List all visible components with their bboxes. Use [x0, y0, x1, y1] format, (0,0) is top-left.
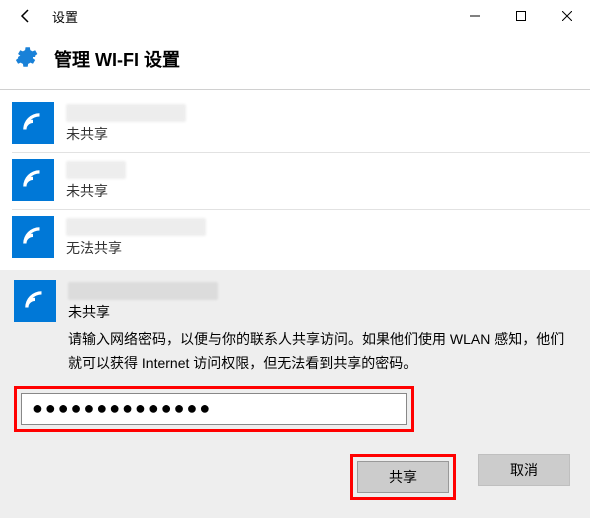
maximize-icon: [516, 11, 526, 21]
close-button[interactable]: [544, 0, 590, 32]
page-title: 管理 WI-FI 设置: [54, 46, 180, 72]
network-list: 未共享 未共享 无法共享: [0, 96, 590, 266]
selected-status: 未共享: [68, 302, 576, 322]
page-header: 管理 WI-FI 设置: [0, 32, 590, 89]
wifi-item[interactable]: 无法共享: [0, 210, 590, 266]
wifi-item[interactable]: 未共享: [0, 96, 590, 152]
share-button[interactable]: 共享: [357, 461, 449, 493]
window-title: 设置: [44, 7, 78, 26]
button-row: 共享 取消: [14, 454, 576, 500]
arrow-left-icon: [18, 8, 34, 24]
minimize-button[interactable]: [452, 0, 498, 32]
wifi-ssid-redacted: [66, 104, 186, 122]
wifi-status: 未共享: [66, 181, 578, 201]
wifi-item[interactable]: 未共享: [0, 153, 590, 209]
wifi-icon: [12, 159, 54, 201]
gear-icon: [12, 44, 38, 73]
wifi-ssid-redacted: [66, 161, 126, 179]
share-highlight-box: 共享: [350, 454, 456, 500]
password-highlight-box: [14, 386, 414, 432]
window-controls: [452, 0, 590, 32]
wifi-icon: [14, 280, 56, 322]
wifi-ssid-redacted: [68, 282, 218, 300]
divider: [0, 89, 590, 90]
wifi-status: 未共享: [66, 124, 578, 144]
back-button[interactable]: [8, 0, 44, 32]
password-input[interactable]: [21, 393, 407, 425]
maximize-button[interactable]: [498, 0, 544, 32]
close-icon: [562, 11, 572, 21]
wifi-status: 无法共享: [66, 238, 578, 258]
share-description: 请输入网络密码，以便与你的联系人共享访问。如果他们使用 WLAN 感知，他们就可…: [68, 328, 576, 376]
wifi-ssid-redacted: [66, 218, 206, 236]
wifi-icon: [12, 102, 54, 144]
selected-network-panel: 未共享 请输入网络密码，以便与你的联系人共享访问。如果他们使用 WLAN 感知，…: [0, 270, 590, 518]
cancel-button[interactable]: 取消: [478, 454, 570, 486]
titlebar: 设置: [0, 0, 590, 32]
minimize-icon: [470, 11, 480, 21]
wifi-icon: [12, 216, 54, 258]
